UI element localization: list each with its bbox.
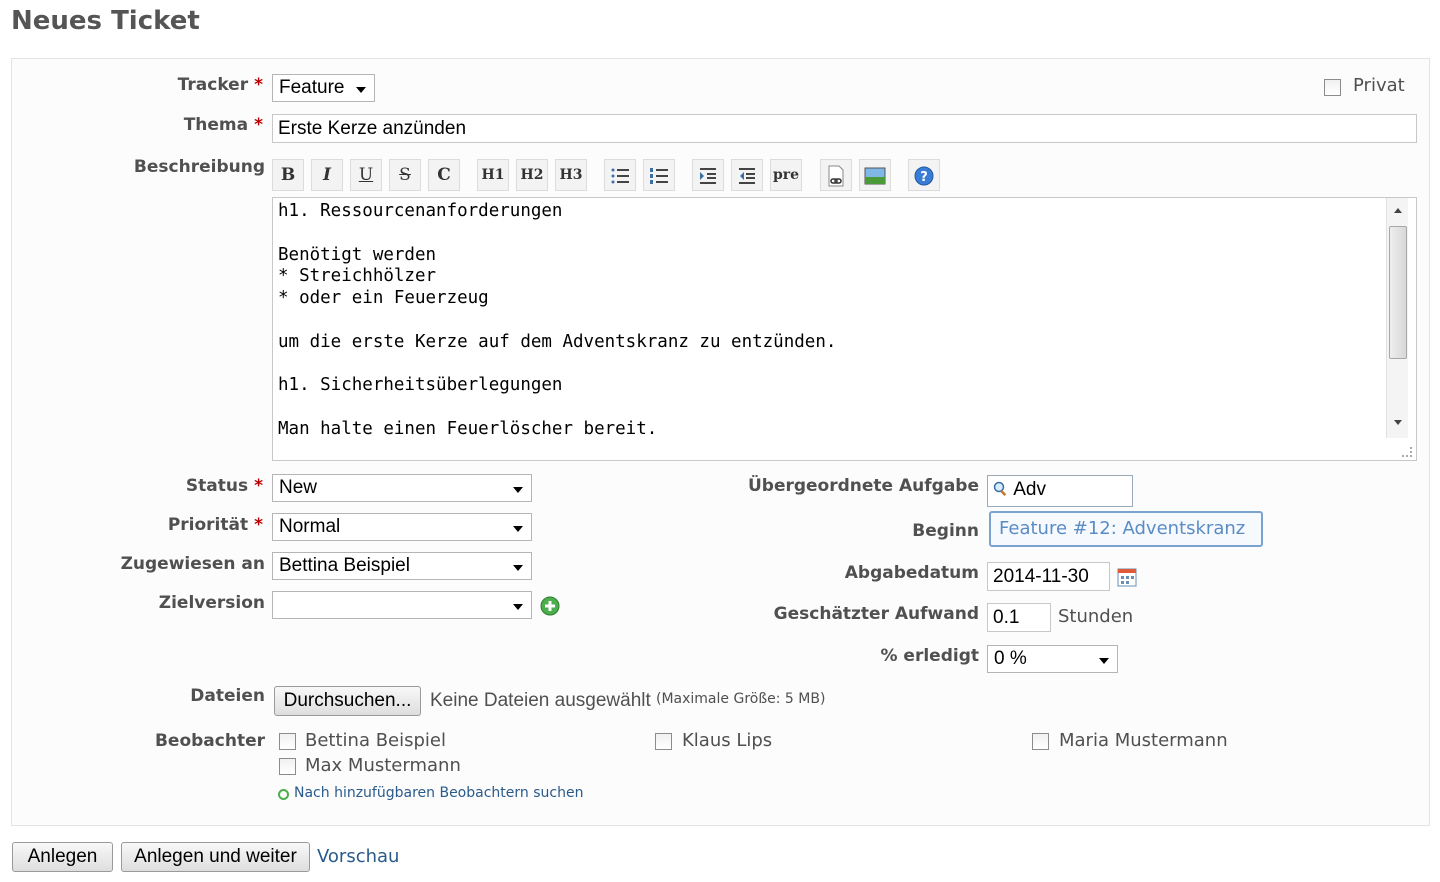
help-icon: ?: [914, 166, 934, 186]
target-version-select[interactable]: [272, 591, 532, 619]
chevron-down-icon: [513, 604, 523, 610]
bulleted-list-icon: [611, 168, 629, 184]
files-label: Dateien: [190, 686, 265, 706]
description-textarea[interactable]: h1. Ressourcenanforderungen Benötigt wer…: [272, 197, 1417, 461]
tracker-label: Tracker *: [177, 75, 263, 95]
link-icon: [828, 165, 844, 187]
private-checkbox[interactable]: [1324, 79, 1341, 96]
add-version-icon[interactable]: [540, 596, 560, 616]
link-button[interactable]: [820, 159, 852, 191]
watcher-name: Maria Mustermann: [1059, 730, 1228, 751]
due-date-label: Abgabedatum: [844, 563, 979, 583]
watcher-checkbox[interactable]: [1032, 733, 1049, 750]
watcher-checkbox[interactable]: [655, 733, 672, 750]
heading2-button[interactable]: H2: [516, 159, 548, 191]
strikethrough-button[interactable]: S: [389, 159, 421, 191]
parent-task-suggestion[interactable]: Feature #12: Adventskranz: [989, 511, 1263, 547]
code-button[interactable]: C: [428, 159, 460, 191]
watcher-name: Klaus Lips: [682, 730, 773, 751]
heading3-button[interactable]: H3: [555, 159, 587, 191]
magnifier-icon: [993, 481, 1009, 497]
preformatted-button[interactable]: pre: [770, 159, 802, 191]
bulleted-list-button[interactable]: [604, 159, 636, 191]
chevron-down-icon: [513, 526, 523, 532]
done-ratio-select[interactable]: 0 %: [987, 645, 1118, 673]
indent-button[interactable]: [692, 159, 724, 191]
assignee-label: Zugewiesen an: [120, 554, 265, 574]
target-version-label: Zielversion: [158, 593, 265, 613]
calendar-icon[interactable]: [1117, 567, 1137, 587]
underline-button[interactable]: U: [350, 159, 382, 191]
browse-files-button[interactable]: Durchsuchen...: [274, 686, 421, 716]
done-ratio-label: % erledigt: [880, 646, 979, 666]
parent-task-input[interactable]: Adv: [987, 475, 1133, 507]
italic-button[interactable]: I: [311, 159, 343, 191]
subject-label: Thema *: [183, 115, 263, 135]
watcher-name: Bettina Beispiel: [305, 730, 447, 751]
image-icon: [864, 167, 886, 185]
image-button[interactable]: [859, 159, 891, 191]
description-label: Beschreibung: [133, 157, 265, 177]
search-watchers-link[interactable]: Nach hinzufügbaren Beobachtern suchen: [294, 785, 583, 801]
tracker-select[interactable]: Feature: [272, 74, 375, 102]
max-size-hint: (Maximale Größe: 5 MB): [656, 691, 826, 707]
chevron-down-icon: [1099, 658, 1109, 664]
status-label: Status *: [185, 476, 263, 496]
add-watcher-icon[interactable]: [278, 789, 289, 800]
chevron-down-icon: [356, 87, 366, 93]
page-title: Neues Ticket: [11, 6, 200, 36]
scrollbar-thumb[interactable]: [1389, 226, 1407, 359]
resize-handle-icon[interactable]: [1402, 447, 1412, 457]
help-button[interactable]: ?: [908, 159, 940, 191]
chevron-down-icon: [513, 487, 523, 493]
watcher-checkbox[interactable]: [279, 733, 296, 750]
hours-unit-label: Stunden: [1058, 606, 1134, 627]
textarea-scrollbar[interactable]: [1386, 198, 1408, 438]
estimated-hours-label: Geschätzter Aufwand: [773, 604, 979, 624]
numbered-list-button[interactable]: [643, 159, 675, 191]
start-date-label: Beginn: [912, 521, 979, 541]
scroll-down-icon[interactable]: [1394, 420, 1402, 425]
due-date-input[interactable]: 2014-11-30: [987, 562, 1110, 591]
create-button[interactable]: Anlegen: [12, 842, 113, 872]
watcher-name: Max Mustermann: [305, 755, 461, 776]
priority-label: Priorität *: [167, 515, 263, 535]
create-and-continue-button[interactable]: Anlegen und weiter: [121, 842, 310, 872]
svg-text:?: ?: [920, 170, 928, 185]
scroll-up-icon[interactable]: [1394, 208, 1402, 213]
parent-task-label: Übergeordnete Aufgabe: [747, 476, 979, 496]
outdent-button[interactable]: [731, 159, 763, 191]
outdent-icon: [739, 168, 755, 184]
status-select[interactable]: New: [272, 474, 532, 502]
no-file-selected-text: Keine Dateien ausgewählt: [430, 690, 651, 711]
indent-icon: [700, 168, 716, 184]
watchers-label: Beobachter: [154, 731, 265, 751]
watcher-checkbox[interactable]: [279, 758, 296, 775]
priority-select[interactable]: Normal: [272, 513, 532, 541]
heading1-button[interactable]: H1: [477, 159, 509, 191]
bold-button[interactable]: B: [272, 159, 304, 191]
description-text[interactable]: h1. Ressourcenanforderungen Benötigt wer…: [273, 198, 1416, 444]
subject-input[interactable]: Erste Kerze anzünden: [272, 114, 1417, 143]
estimated-hours-input[interactable]: 0.1: [987, 603, 1051, 632]
preview-link[interactable]: Vorschau: [317, 846, 399, 867]
assignee-select[interactable]: Bettina Beispiel: [272, 552, 532, 580]
private-label: Privat: [1353, 75, 1405, 96]
chevron-down-icon: [513, 565, 523, 571]
numbered-list-icon: [650, 168, 668, 184]
